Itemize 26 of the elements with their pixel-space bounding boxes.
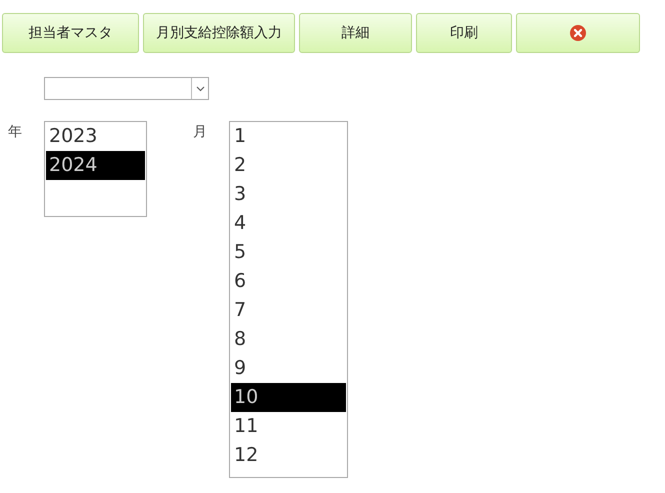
list-option[interactable]: 2024 [46, 151, 145, 180]
year-label: 年 [7, 123, 23, 142]
list-option[interactable]: 2 [231, 151, 346, 180]
toolbar-button[interactable]: 月別支給控除額入力 [143, 13, 295, 53]
list-option[interactable]: 12 [231, 441, 346, 470]
toolbar-button[interactable]: 詳細 [299, 13, 412, 53]
list-option[interactable]: 4 [231, 209, 346, 238]
list-option[interactable]: 2023 [46, 122, 145, 151]
list-option[interactable]: 3 [231, 180, 346, 209]
list-option[interactable]: 10 [231, 383, 346, 412]
list-option[interactable]: 6 [231, 267, 346, 296]
list-box[interactable]: 2023 2024 [44, 121, 147, 217]
list-option[interactable]: 11 [231, 412, 346, 441]
list-option[interactable]: 5 [231, 238, 346, 267]
close-icon [570, 25, 586, 41]
dropdown[interactable] [44, 77, 209, 100]
list-option[interactable]: 7 [231, 296, 346, 325]
month-label: 月 [192, 123, 208, 142]
list-option[interactable]: 9 [231, 354, 346, 383]
list-box[interactable]: 1 2 3 4 5 6 7 8 9 10 11 12 [229, 121, 348, 478]
close-button[interactable] [516, 13, 640, 53]
toolbar-button[interactable]: 担当者マスタ [2, 13, 139, 53]
list-option[interactable]: 8 [231, 325, 346, 354]
caret-icon [196, 86, 204, 92]
toolbar-button[interactable]: 印刷 [416, 13, 512, 53]
list-option[interactable]: 1 [231, 122, 346, 151]
